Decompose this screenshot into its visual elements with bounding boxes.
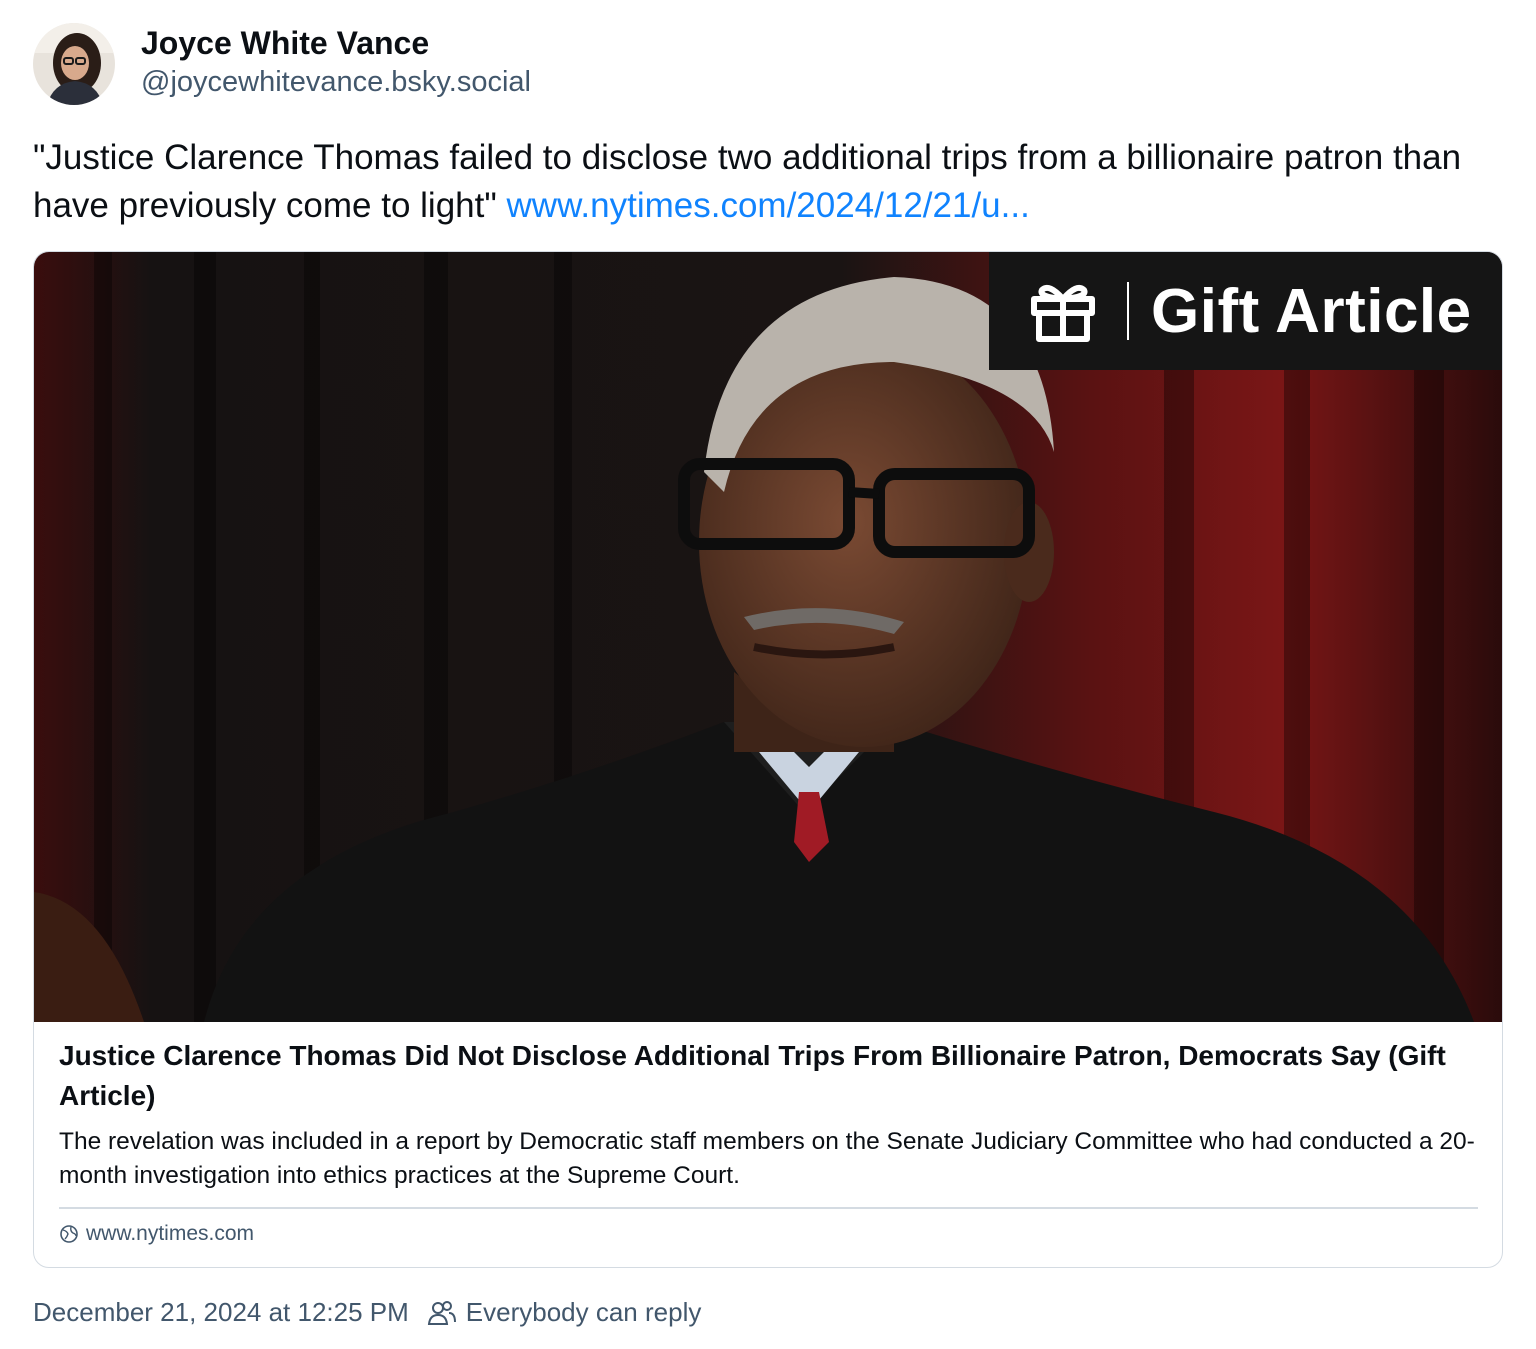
post-timestamp: December 21, 2024 at 12:25 PM (33, 1297, 409, 1327)
reply-setting[interactable]: Everybody can reply (427, 1297, 702, 1328)
globe-icon (60, 1225, 78, 1243)
reply-setting-label: Everybody can reply (465, 1297, 702, 1327)
card-title: Justice Clarence Thomas Did Not Disclose… (59, 1040, 1446, 1111)
author-handle[interactable]: @joycewhitevance.bsky.social (141, 66, 531, 99)
post-link[interactable]: www.nytimes.com/2024/12/21/u... (507, 186, 1030, 225)
post-thread-item: Joyce White Vance @joycewhitevance.bsky.… (0, 0, 1536, 1349)
gift-icon (1031, 284, 1095, 342)
card-divider (59, 1207, 1478, 1209)
avatar-image (33, 23, 115, 105)
gift-article-label: Gift Article (1151, 276, 1472, 346)
card-domain: www.nytimes.com (59, 1222, 254, 1246)
gift-badge-divider (1127, 282, 1129, 340)
card-description: The revelation was included in a report … (59, 1128, 1475, 1189)
author-display-name[interactable]: Joyce White Vance (141, 25, 429, 62)
post-text: "Justice Clarence Thomas failed to discl… (33, 134, 1483, 230)
post-footer: December 21, 2024 at 12:25 PM Everybody … (33, 1297, 701, 1328)
avatar[interactable] (33, 23, 115, 105)
card-domain-text: www.nytimes.com (86, 1222, 255, 1245)
link-preview-card[interactable]: Gift Article Justice Clarence Thomas Did… (33, 251, 1503, 1268)
people-icon (427, 1300, 456, 1325)
card-thumbnail: Gift Article (34, 252, 1502, 1022)
gift-article-badge: Gift Article (989, 252, 1502, 370)
